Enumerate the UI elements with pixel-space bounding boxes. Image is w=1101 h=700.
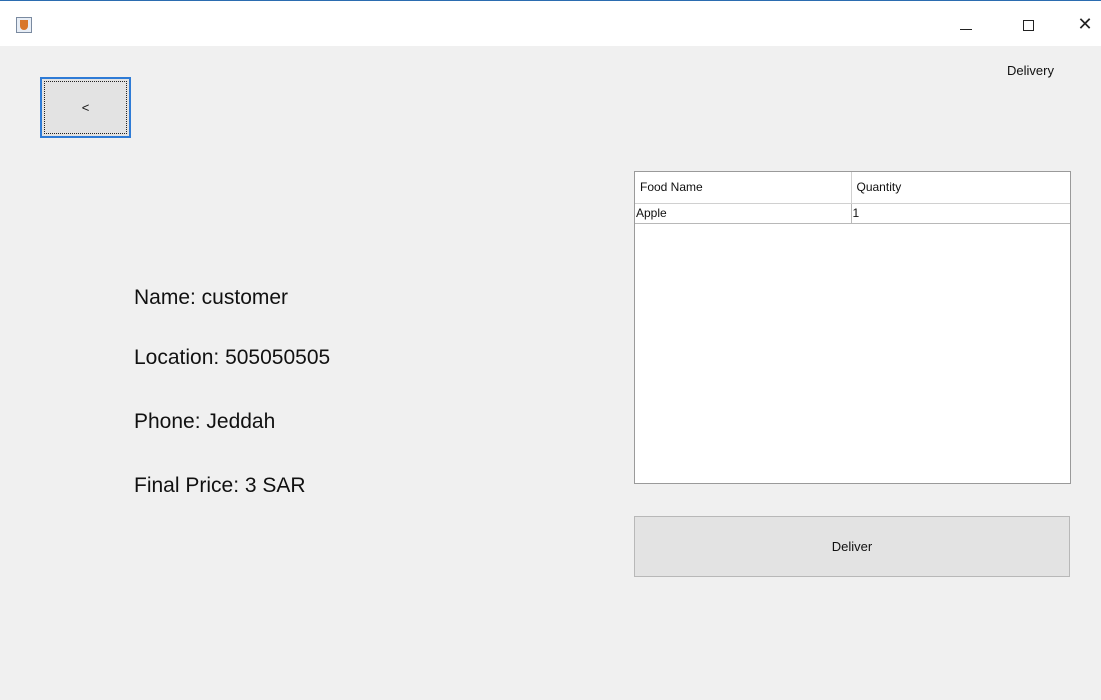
customer-location-label: Location: 505050505 xyxy=(134,346,331,369)
minimize-icon xyxy=(960,28,972,30)
app-window: ✕ Delivery < Name: customer Location: 50… xyxy=(0,0,1101,700)
food-name-cell[interactable]: Apple xyxy=(635,203,852,224)
customer-phone-label: Phone: Jeddah xyxy=(134,410,276,433)
quantity-cell[interactable]: 1 xyxy=(851,203,1070,224)
deliver-button[interactable]: Deliver xyxy=(634,516,1070,577)
table-row[interactable]: Apple 1 xyxy=(635,203,1070,224)
order-table-scroll-pane[interactable]: Food Name Quantity Apple 1 xyxy=(634,171,1071,484)
column-header-food-name[interactable]: Food Name xyxy=(635,172,852,204)
column-header-quantity[interactable]: Quantity xyxy=(851,172,1070,204)
final-price-label: Final Price: 3 SAR xyxy=(134,474,306,497)
back-button[interactable]: < xyxy=(40,77,131,138)
order-items-table[interactable]: Food Name Quantity Apple 1 xyxy=(635,172,1070,224)
maximize-icon xyxy=(1022,19,1034,31)
minimize-button[interactable] xyxy=(951,11,981,39)
java-app-icon xyxy=(16,17,32,33)
close-icon: ✕ xyxy=(1077,14,1093,35)
screen-title: Delivery xyxy=(1007,63,1054,78)
customer-name-label: Name: customer xyxy=(134,286,289,309)
table-header-row: Food Name Quantity xyxy=(635,172,1070,204)
title-bar: ✕ xyxy=(0,0,1101,46)
close-button[interactable]: ✕ xyxy=(1070,11,1100,39)
maximize-button[interactable] xyxy=(1013,11,1043,39)
